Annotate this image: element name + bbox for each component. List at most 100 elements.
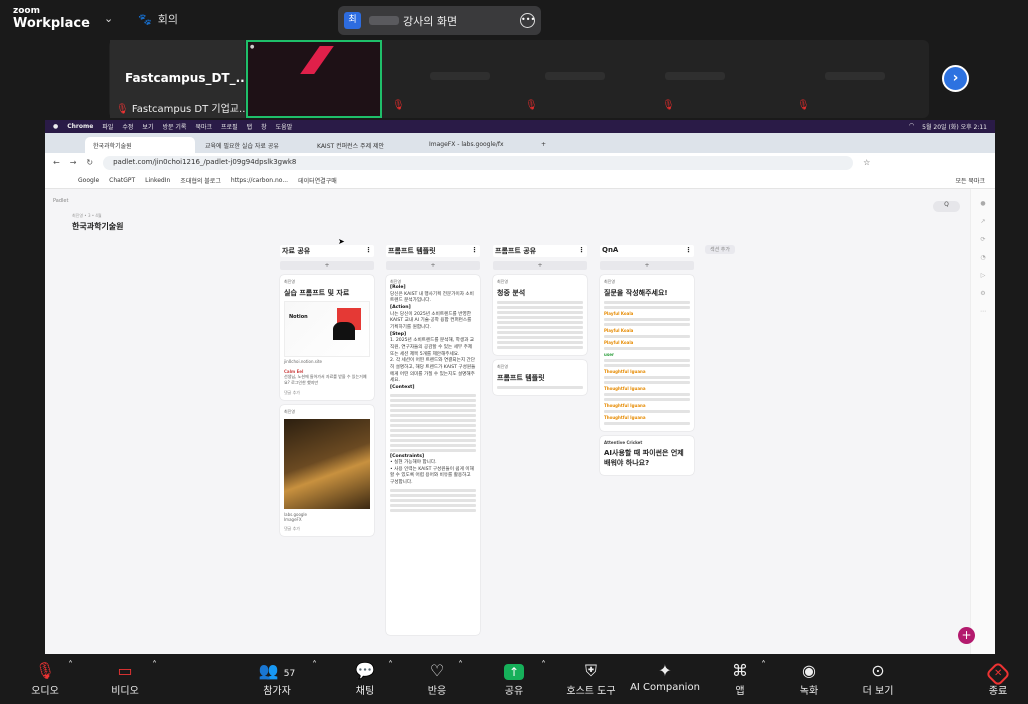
column-templates: 프롬프트 템플릿 ⋮ + 최진영 [Role] 당신은 KAIST 내 행사기획 전… — [386, 245, 480, 635]
mic-off-icon: 🎙 — [797, 100, 810, 111]
chevron-up-icon[interactable]: ˄ — [152, 660, 157, 671]
notion-preview: Notion — [284, 301, 370, 357]
mic-off-icon: 🎙 — [116, 104, 129, 115]
share-button[interactable]: ↑ 공유 — [500, 660, 528, 697]
post-card[interactable]: 최진영 labs.google ImageFX 댓글 추가 — [280, 405, 374, 536]
participant-sub: 🎙 Fastcampus DT 기업교... — [116, 104, 249, 115]
wifi-icon: ◠ — [908, 122, 915, 129]
bookmark[interactable]: 조대협의 블로그 — [180, 176, 221, 185]
participant-placeholder — [545, 72, 605, 80]
meeting-label: 회의 — [157, 13, 178, 26]
share-screen-icon: ↑ — [504, 664, 524, 680]
end-meeting-button[interactable]: ✕ 종료 — [984, 660, 1012, 697]
presenter-avatar: 최 — [344, 12, 361, 29]
tab-materials[interactable]: 교육에 필요한 실습 자료 공유 — [197, 137, 307, 153]
participant-placeholder — [430, 72, 490, 80]
screen-share-indicator[interactable]: 최 강사의 화면 ••• — [338, 6, 541, 35]
share-icon[interactable]: ↗ — [971, 218, 995, 225]
board-title: 한국과학기술원 — [72, 222, 124, 231]
apps-button[interactable]: ⌘ 앱 — [730, 660, 750, 697]
chevron-up-icon[interactable]: ˄ — [761, 660, 766, 671]
more-button[interactable]: ⊙ 더 보기 — [860, 660, 896, 697]
participants-icon: 👥 57 — [258, 661, 296, 680]
chat-icon: 💬 — [355, 661, 375, 680]
apps-icon: ⌘ — [732, 661, 748, 680]
url-field[interactable]: padlet.com/jin0choi1216_/padlet-j09g94dp… — [103, 155, 854, 170]
reload-icon[interactable]: ↻ — [86, 158, 93, 167]
more-options-icon[interactable]: ••• — [520, 13, 535, 28]
post-card[interactable]: 최진영 프롬프트 템플릿 — [493, 360, 587, 395]
post-card[interactable]: 최진영 청중 분석 — [493, 275, 587, 355]
search-icon[interactable]: Q — [933, 201, 960, 212]
reactions-button[interactable]: ♡ 반응 — [424, 660, 450, 697]
tab-conference[interactable]: KAIST 컨퍼런스 주제 제안 — [309, 137, 419, 153]
settings-icon[interactable]: ⚙ — [971, 290, 995, 297]
padlet-brand[interactable]: Padlet — [53, 198, 68, 204]
column-header[interactable]: 프롬프트 공유 ⋮ — [493, 245, 587, 257]
participants-button[interactable]: 👥 57 참가자 — [254, 660, 300, 697]
record-button[interactable]: ◉ 녹화 — [795, 660, 823, 697]
post-card[interactable]: 최진영 [Role] 당신은 KAIST 내 행사기획 전문가이자 소비 트렌드 … — [386, 275, 480, 635]
bell-icon[interactable]: ◔ — [971, 254, 995, 261]
host-tools-button[interactable]: ⛨ 호스트 도구 — [563, 660, 619, 697]
add-post-fab[interactable]: + — [958, 627, 975, 644]
add-post-button[interactable]: + — [280, 261, 374, 270]
all-bookmarks[interactable]: 모든 북마크 — [955, 176, 985, 185]
paw-icon: 🐾 — [138, 12, 152, 26]
chevron-up-icon[interactable]: ˄ — [541, 660, 546, 671]
imagefx-preview — [284, 419, 370, 509]
slideshow-icon[interactable]: ▷ — [971, 272, 995, 279]
avatar[interactable]: ● — [971, 200, 995, 207]
add-post-button[interactable]: + — [600, 261, 694, 270]
chevron-up-icon[interactable]: ˄ — [388, 660, 393, 671]
mic-off-icon: 🎙 — [662, 100, 675, 111]
post-card[interactable]: 최진영 실습 프롬프트 및 자료 Notion jin0choi.notion.… — [280, 275, 374, 400]
zoom-logo[interactable]: zoom Workplace — [13, 7, 90, 31]
back-icon[interactable]: ← — [53, 158, 60, 167]
post-card[interactable]: Attentive Cricket AI사용할 때 파이썬은 언제 배워야 하나… — [600, 436, 694, 475]
right-rail: ● ↗ ⟳ ◔ ▷ ⚙ ⋯ — [970, 189, 995, 654]
chevron-up-icon[interactable]: ˄ — [68, 660, 73, 671]
add-post-button[interactable]: + — [386, 261, 480, 270]
mic-off-icon: 🎙 — [392, 100, 405, 111]
zoom-toolbar: 🎙 오디오 ˄ ▭ 비디오 ˄ 👥 57 참가자 ˄ 💬 채팅 ˄ ♡ 반응 ˄ ↑ 공유 … — [0, 654, 1028, 704]
chevron-up-icon[interactable]: ˄ — [458, 660, 463, 671]
video-button[interactable]: ▭ 비디오 — [108, 660, 142, 697]
end-icon: ✕ — [985, 661, 1011, 687]
presenter-name-blurred — [369, 16, 399, 25]
shared-screen: ● Chrome 파일 수정 보기 방문 기록 북마크 프로필 탭 창 도움말 ◠ 5월 20일 … — [45, 120, 995, 654]
video-label: ● — [250, 44, 255, 50]
share-label: 강사의 화면 — [403, 14, 458, 28]
add-post-button[interactable]: + — [493, 261, 587, 270]
more-icon[interactable]: ⋯ — [971, 308, 995, 315]
ai-companion-button[interactable]: ✦ AI Companion — [630, 660, 700, 693]
column-header[interactable]: 자료 공유 ⋮ — [280, 245, 374, 257]
forward-icon[interactable]: → — [70, 158, 77, 167]
active-speaker-video[interactable]: ● — [246, 40, 382, 118]
column-header[interactable]: 프롬프트 템플릿 ⋮ — [386, 245, 480, 257]
new-tab-button[interactable]: + — [533, 137, 549, 153]
bookmark[interactable]: https://carbon.no... — [231, 177, 288, 184]
next-page-button[interactable]: › — [942, 65, 969, 92]
remake-icon[interactable]: ⟳ — [971, 236, 995, 243]
participant-tile[interactable]: Fastcampus_DT_... 🎙 Fastcampus DT 기업교... — [110, 40, 249, 118]
apple-icon: ● — [53, 123, 59, 130]
meeting-menu[interactable]: 🐾 회의 — [138, 11, 178, 27]
tab-imagefx[interactable]: ImageFX - labs.google/fx — [421, 137, 531, 153]
bookmark[interactable]: 데이터연결구매 — [298, 176, 337, 185]
tab-padlet[interactable]: 한국과학기술원 — [85, 137, 195, 153]
bookmark[interactable]: ChatGPT — [109, 177, 135, 184]
star-icon[interactable]: ☆ — [863, 158, 870, 167]
audio-button[interactable]: 🎙 오디오 — [28, 660, 62, 697]
chevron-down-icon[interactable]: ⌄ — [104, 12, 113, 25]
record-icon: ◉ — [802, 661, 816, 680]
bookmark[interactable]: Google — [78, 177, 99, 184]
chat-button[interactable]: 💬 채팅 — [352, 660, 378, 697]
chevron-up-icon[interactable]: ˄ — [312, 660, 317, 671]
post-card[interactable]: 최진영 질문을 작성해주세요! Playful Koala Playful Ko… — [600, 275, 694, 431]
add-section-button[interactable]: 섹션 추가 — [705, 245, 735, 254]
column-header[interactable]: QnA ⋮ — [600, 245, 694, 257]
padlet-board: Padlet 최진영 • 3 • 4월 한국과학기술원 Q ➤ 자료 공유 ⋮ +… — [45, 189, 995, 654]
bookmark[interactable]: LinkedIn — [145, 177, 170, 184]
heart-icon: ♡ — [429, 661, 445, 680]
